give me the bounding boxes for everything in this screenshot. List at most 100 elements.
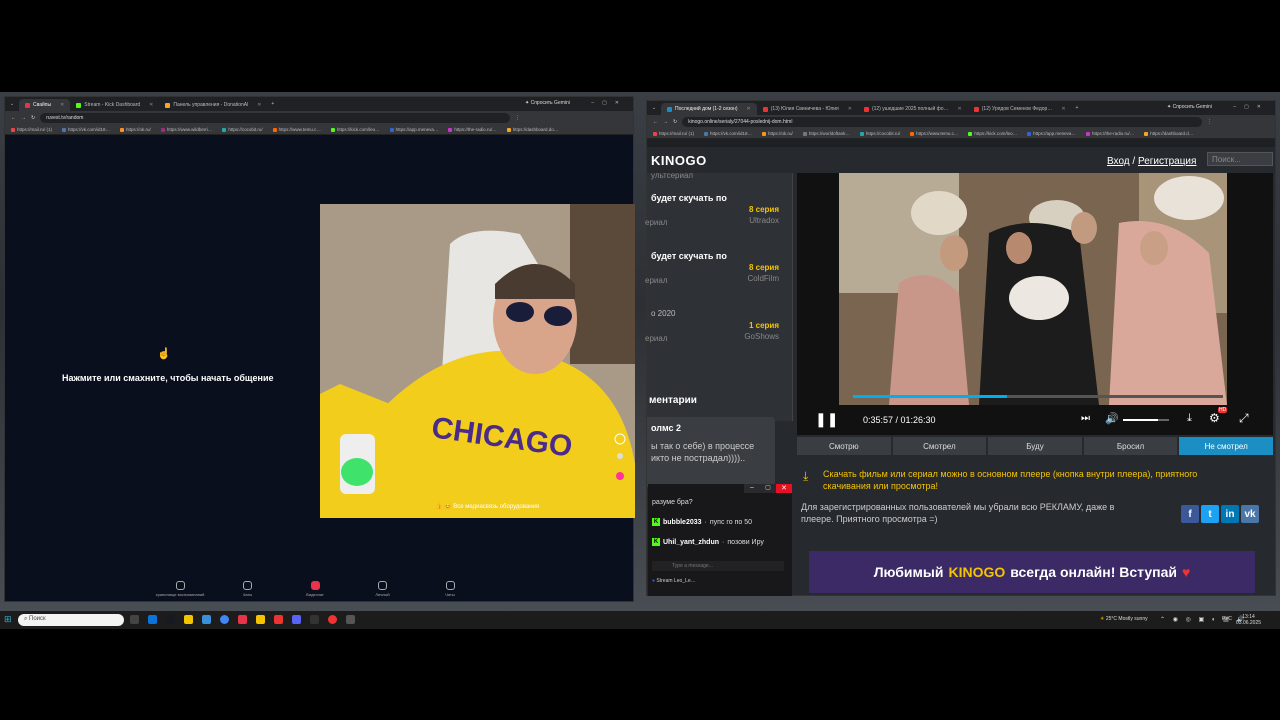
bookmark[interactable]: https://vk.com/id18… xyxy=(704,131,752,136)
forward-icon[interactable]: → xyxy=(663,119,668,125)
close-icon[interactable]: ✕ xyxy=(60,102,64,108)
facebook-icon[interactable]: f xyxy=(1181,505,1199,523)
left-tab-1[interactable]: Stream - Kick Dashboard ✕ xyxy=(70,99,159,111)
reload-icon[interactable]: ↻ xyxy=(31,115,35,121)
bookmark[interactable]: https://cocobit.ru/ xyxy=(859,131,900,136)
close-icon[interactable]: ✕ xyxy=(776,484,792,493)
close-icon[interactable]: ✕ xyxy=(848,106,852,112)
ask-gemini-button[interactable]: ✦ Спросить Gemini xyxy=(525,100,570,106)
bookmark[interactable]: https://app.meneva… xyxy=(1027,131,1076,136)
episode-item[interactable]: о 2020 1 серия GoShows ериал xyxy=(645,309,779,359)
search-input[interactable]: Поиск... xyxy=(1207,152,1273,166)
bookmark[interactable]: https://www.temu.c… xyxy=(910,131,958,136)
edge-icon[interactable] xyxy=(148,615,157,624)
tiktok-icon[interactable] xyxy=(238,615,247,624)
site-logo[interactable]: KINOGO xyxy=(651,153,707,168)
new-tab-icon[interactable]: + xyxy=(1076,105,1079,111)
weather-widget[interactable]: ☀ 25°C Mostly sunny xyxy=(1100,616,1148,622)
tab-menu-icon[interactable]: ⌄ xyxy=(647,105,661,111)
linkedin-icon[interactable]: in xyxy=(1221,505,1239,523)
close-icon[interactable]: ✕ xyxy=(149,102,153,108)
bookmark[interactable]: https://kick.com/leo… xyxy=(330,127,380,132)
close-icon[interactable]: ✕ xyxy=(747,106,751,112)
bookmark[interactable]: https://mail.ru/ (1) xyxy=(11,127,52,132)
twitter-icon[interactable]: t xyxy=(1201,505,1219,523)
task-view-icon[interactable] xyxy=(130,615,139,624)
nav-item-chats[interactable]: Чаты xyxy=(223,581,273,603)
opera-icon[interactable] xyxy=(328,615,337,624)
reload-icon[interactable]: ↻ xyxy=(673,119,677,125)
windows-start-icon[interactable]: ⊞ xyxy=(4,614,12,625)
left-tab-0[interactable]: Свайпы ✕ xyxy=(19,99,71,111)
close-icon[interactable]: ✕ xyxy=(257,102,261,108)
settings-gear-icon[interactable]: ⚙ xyxy=(1209,411,1220,425)
status-tab-will-watch[interactable]: Буду xyxy=(988,437,1082,455)
volume-icon[interactable]: 🔊 xyxy=(1105,412,1119,425)
window-controls[interactable]: –▢✕ xyxy=(591,100,627,106)
obs-icon[interactable] xyxy=(310,615,319,624)
url-field[interactable]: ruvest.tv/random xyxy=(40,113,511,123)
bookmark[interactable]: https://www.temu.c… xyxy=(272,127,321,132)
file-explorer-icon[interactable] xyxy=(184,615,193,624)
gift-icon[interactable] xyxy=(616,472,624,480)
promo-banner[interactable]: Любимый KINOGO всегда онлайн! Вступай ♥ xyxy=(809,551,1255,593)
nav-item-memories[interactable]: хранилище воспоминаний xyxy=(155,581,205,603)
ask-gemini-button[interactable]: ✦ Спросить Gemini xyxy=(1167,104,1212,110)
bookmark[interactable]: https://dashboard.do… xyxy=(506,127,558,132)
vk-icon[interactable]: vk xyxy=(1241,505,1259,523)
fullscreen-icon[interactable]: ⤢ xyxy=(1239,411,1249,426)
bookmark[interactable]: https://www.wildberri… xyxy=(160,127,212,132)
status-tab-watched[interactable]: Смотрел xyxy=(892,437,987,455)
telegram-icon[interactable] xyxy=(202,615,211,624)
episode-item[interactable]: будет скучать по 8 серия Ultradox ериал xyxy=(645,193,779,243)
episode-item[interactable]: будет скучать по 8 серия ColdFilm ериал xyxy=(645,251,779,301)
nav-item-chats-2[interactable]: Чаты xyxy=(425,581,475,603)
bookmark[interactable]: https://worldoftank… xyxy=(802,131,850,136)
new-tab-icon[interactable]: + xyxy=(271,101,274,107)
youtube-icon[interactable] xyxy=(274,615,283,624)
chat-input[interactable]: Type a message... xyxy=(652,561,784,571)
status-tab-dropped[interactable]: Бросил xyxy=(1083,437,1178,455)
language-indicator[interactable]: РУС xyxy=(1222,616,1232,622)
taskbar-clock[interactable]: 13:14 03.06.2025 xyxy=(1236,614,1261,626)
folder-icon[interactable] xyxy=(256,615,265,624)
bookmark[interactable]: https://app.meneva… xyxy=(389,127,438,132)
volume-slider[interactable] xyxy=(1123,419,1169,421)
bookmark[interactable]: https://mail.ru/ (1) xyxy=(653,131,694,136)
video-frame[interactable] xyxy=(839,173,1227,405)
back-icon[interactable]: ← xyxy=(11,115,16,121)
right-tab-3[interactable]: (12) Урядов Семенов Федор… ✕ xyxy=(968,103,1072,115)
right-tab-2[interactable]: (12) ушедшие 2025 полный фо… ✕ xyxy=(858,103,968,115)
url-field[interactable]: kinogo.online/serialy/27044-poslednij-do… xyxy=(682,117,1203,127)
progress-bar[interactable] xyxy=(853,395,1223,398)
bookmark[interactable]: https://cocobit.ru/ xyxy=(222,127,263,132)
login-link[interactable]: Вход xyxy=(1107,156,1130,167)
chat-username[interactable]: Uhil_yant_zhdun xyxy=(663,539,719,546)
tray-icons[interactable]: ⌃ ◉ ◎ ▣ ◐ ▤ 🔊 xyxy=(1160,616,1247,623)
bookmark[interactable]: https://the-radio.ru/… xyxy=(1085,131,1134,136)
maximize-icon[interactable]: ▢ xyxy=(760,484,776,493)
close-icon[interactable]: ✕ xyxy=(958,106,962,112)
app-icon[interactable] xyxy=(346,615,355,624)
next-episode-icon[interactable]: ⏭ xyxy=(1081,413,1090,424)
forward-icon[interactable]: → xyxy=(21,115,26,121)
extensions-icon[interactable]: ⋮ xyxy=(1207,119,1212,125)
discord-icon[interactable] xyxy=(292,615,301,624)
register-link[interactable]: Регистрация xyxy=(1138,156,1196,167)
nav-item-personal[interactable]: Личный xyxy=(358,581,408,603)
close-icon[interactable]: ✕ xyxy=(1061,106,1065,112)
right-tab-1[interactable]: (13) Юлия Свиничева - Юлия ✕ xyxy=(757,103,858,115)
back-icon[interactable]: ← xyxy=(653,119,658,125)
steam-icon[interactable] xyxy=(166,615,175,624)
bookmark[interactable]: https://ok.ru/ xyxy=(762,131,793,136)
start-chat-prompt[interactable]: Нажмите или смахните, чтобы начать общен… xyxy=(62,373,274,383)
comment-author[interactable]: олмс 2 xyxy=(651,423,771,433)
nav-item-videochat[interactable]: Видеочат xyxy=(290,581,340,603)
bookmark[interactable]: https://vk.com/id18… xyxy=(62,127,110,132)
status-tab-not-watched[interactable]: Не смотрел xyxy=(1179,437,1273,455)
chrome-icon[interactable] xyxy=(220,615,229,624)
bookmark[interactable]: https://ok.ru/ xyxy=(120,127,151,132)
minimize-icon[interactable]: – xyxy=(744,484,760,493)
right-tab-0[interactable]: Последний дом (1-2 сезон) ✕ xyxy=(661,103,757,115)
bookmark[interactable]: https://kick.com/leo… xyxy=(968,131,1017,136)
